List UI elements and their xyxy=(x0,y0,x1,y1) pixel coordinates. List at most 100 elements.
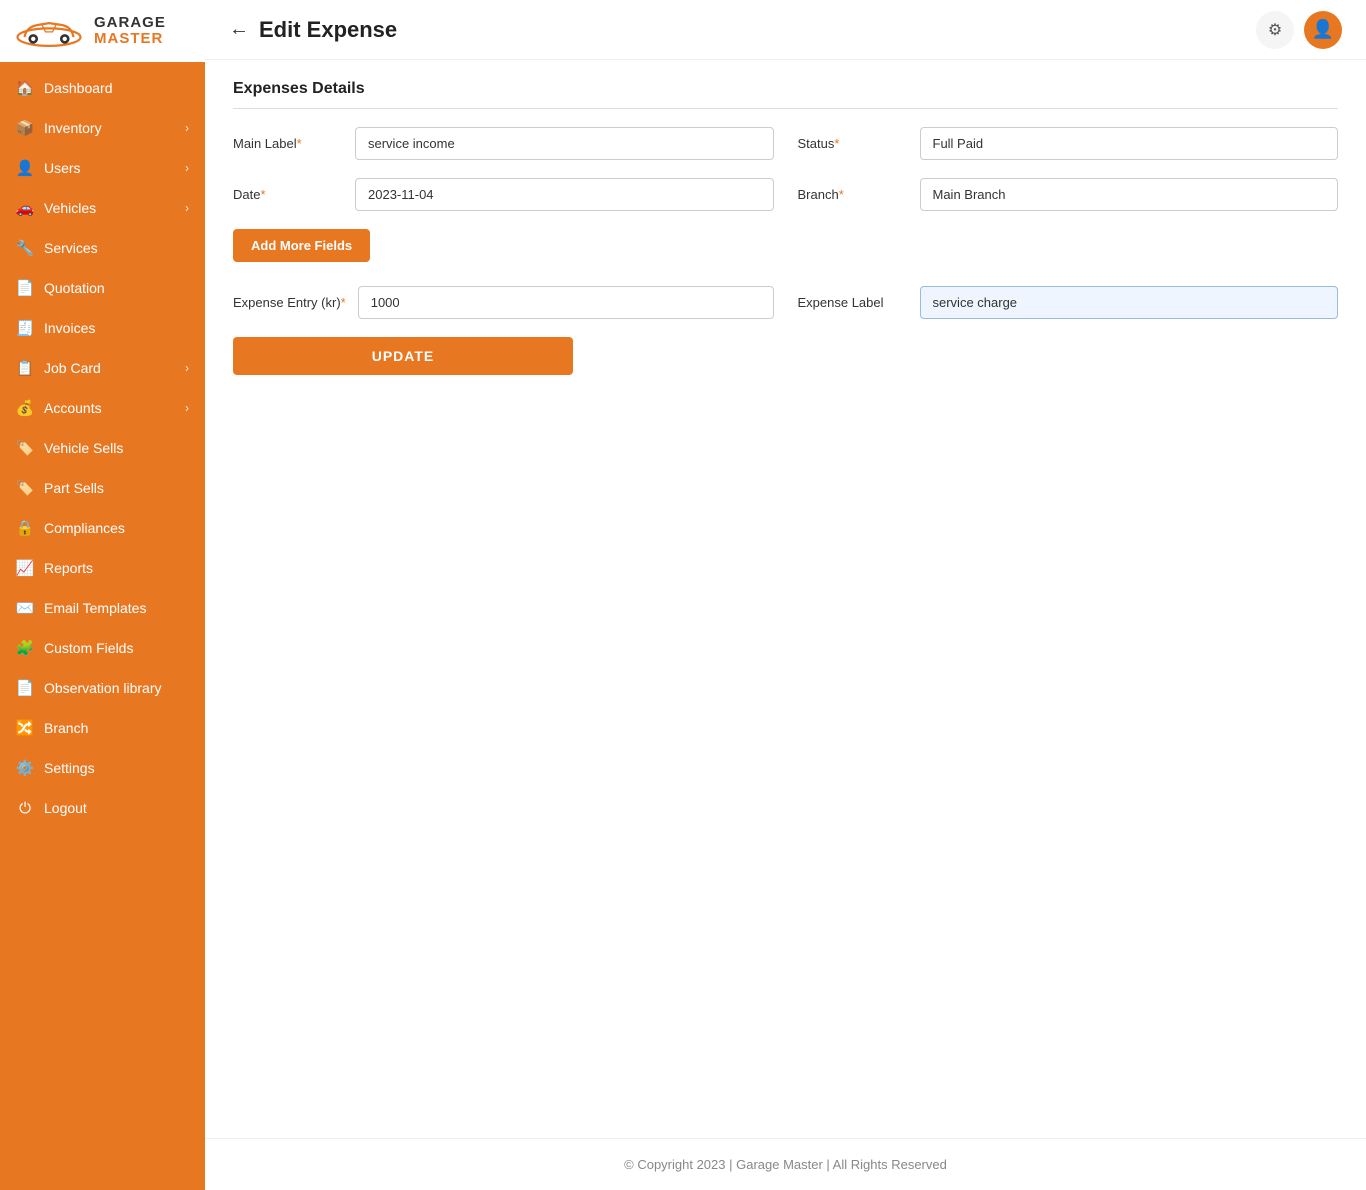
chevron-icon-accounts: › xyxy=(185,401,189,415)
branch-input[interactable] xyxy=(920,178,1339,211)
status-input[interactable] xyxy=(920,127,1339,160)
nav-item-left-compliances: 🔒 Compliances xyxy=(16,519,125,537)
nav-item-left-quotation: 📄 Quotation xyxy=(16,279,105,297)
user-icon-button[interactable]: 👤 xyxy=(1304,11,1342,49)
expense-label-group: Expense Label xyxy=(798,286,1339,319)
logo-master-label: MASTER xyxy=(94,31,166,48)
sidebar-label-accounts: Accounts xyxy=(44,400,102,416)
quotation-icon: 📄 xyxy=(16,279,34,297)
branch-group: Branch* xyxy=(798,178,1339,211)
expense-label-input[interactable] xyxy=(920,286,1339,319)
nav-item-left-accounts: 💰 Accounts xyxy=(16,399,102,417)
inventory-icon: 📦 xyxy=(16,119,34,137)
sidebar-label-logout: Logout xyxy=(44,800,87,816)
sidebar-label-observation-library: Observation library xyxy=(44,680,162,696)
nav-item-left-job-card: 📋 Job Card xyxy=(16,359,101,377)
settings-icon-button[interactable]: ⚙ xyxy=(1256,11,1294,49)
sidebar-label-email-templates: Email Templates xyxy=(44,600,146,616)
branch-icon: 🔀 xyxy=(16,719,34,737)
sidebar-item-accounts[interactable]: 💰 Accounts › xyxy=(0,388,205,428)
nav-item-left-logout: ⏻ Logout xyxy=(16,799,87,817)
sidebar-label-compliances: Compliances xyxy=(44,520,125,536)
add-more-fields-button[interactable]: Add More Fields xyxy=(233,229,370,262)
chevron-icon-vehicles: › xyxy=(185,201,189,215)
sidebar-label-settings: Settings xyxy=(44,760,95,776)
date-label: Date* xyxy=(233,187,343,202)
footer-text: © Copyright 2023 | Garage Master | All R… xyxy=(624,1157,947,1172)
sidebar-label-quotation: Quotation xyxy=(44,280,105,296)
sidebar-item-email-templates[interactable]: ✉️ Email Templates xyxy=(0,588,205,628)
form-area: Expenses Details Main Label* Status* Dat… xyxy=(205,60,1366,1138)
sidebar-item-vehicles[interactable]: 🚗 Vehicles › xyxy=(0,188,205,228)
expense-entry-input[interactable] xyxy=(358,286,774,319)
nav-item-left-custom-fields: 🧩 Custom Fields xyxy=(16,639,133,657)
sidebar-item-compliances[interactable]: 🔒 Compliances xyxy=(0,508,205,548)
nav-item-left-email-templates: ✉️ Email Templates xyxy=(16,599,146,617)
nav-item-left-invoices: 🧾 Invoices xyxy=(16,319,95,337)
observation-library-icon: 📄 xyxy=(16,679,34,697)
sidebar: GARAGE MASTER 🏠 Dashboard 📦 Inventory › … xyxy=(0,0,205,1190)
settings-icon: ⚙️ xyxy=(16,759,34,777)
accounts-icon: 💰 xyxy=(16,399,34,417)
sidebar-item-vehicle-sells[interactable]: 🏷️ Vehicle Sells xyxy=(0,428,205,468)
custom-fields-icon: 🧩 xyxy=(16,639,34,657)
sidebar-label-custom-fields: Custom Fields xyxy=(44,640,133,656)
footer: © Copyright 2023 | Garage Master | All R… xyxy=(205,1138,1366,1190)
sidebar-item-dashboard[interactable]: 🏠 Dashboard xyxy=(0,68,205,108)
sidebar-item-services[interactable]: 🔧 Services xyxy=(0,228,205,268)
logout-icon: ⏻ xyxy=(16,799,34,817)
main-label-input[interactable] xyxy=(355,127,774,160)
logo-area: GARAGE MASTER xyxy=(0,0,205,62)
sidebar-item-part-sells[interactable]: 🏷️ Part Sells xyxy=(0,468,205,508)
sidebar-item-invoices[interactable]: 🧾 Invoices xyxy=(0,308,205,348)
invoices-icon: 🧾 xyxy=(16,319,34,337)
email-templates-icon: ✉️ xyxy=(16,599,34,617)
sidebar-item-settings[interactable]: ⚙️ Settings xyxy=(0,748,205,788)
update-button[interactable]: UPDATE xyxy=(233,337,573,375)
nav-item-left-vehicle-sells: 🏷️ Vehicle Sells xyxy=(16,439,123,457)
date-input[interactable] xyxy=(355,178,774,211)
sidebar-item-branch[interactable]: 🔀 Branch xyxy=(0,708,205,748)
nav-item-left-dashboard: 🏠 Dashboard xyxy=(16,79,113,97)
sidebar-label-dashboard: Dashboard xyxy=(44,80,113,96)
nav-item-left-branch: 🔀 Branch xyxy=(16,719,88,737)
form-row-3: Expense Entry (kr)* Expense Label xyxy=(233,286,1338,319)
sidebar-label-job-card: Job Card xyxy=(44,360,101,376)
sidebar-item-observation-library[interactable]: 📄 Observation library xyxy=(0,668,205,708)
date-group: Date* xyxy=(233,178,774,211)
nav-item-left-services: 🔧 Services xyxy=(16,239,98,257)
main-label-label: Main Label* xyxy=(233,136,343,151)
nav-item-left-vehicles: 🚗 Vehicles xyxy=(16,199,96,217)
sidebar-item-job-card[interactable]: 📋 Job Card › xyxy=(0,348,205,388)
sidebar-item-logout[interactable]: ⏻ Logout xyxy=(0,788,205,828)
sidebar-item-custom-fields[interactable]: 🧩 Custom Fields xyxy=(0,628,205,668)
status-group: Status* xyxy=(798,127,1339,160)
nav-item-left-part-sells: 🏷️ Part Sells xyxy=(16,479,104,497)
sidebar-label-users: Users xyxy=(44,160,81,176)
back-button[interactable]: ← xyxy=(229,18,249,41)
nav-item-left-reports: 📈 Reports xyxy=(16,559,93,577)
part-sells-icon: 🏷️ xyxy=(16,479,34,497)
status-label: Status* xyxy=(798,136,908,151)
nav-item-left-observation-library: 📄 Observation library xyxy=(16,679,162,697)
section-title: Expenses Details xyxy=(233,80,1338,109)
sidebar-item-inventory[interactable]: 📦 Inventory › xyxy=(0,108,205,148)
topbar-left: ← Edit Expense xyxy=(229,17,397,43)
sidebar-label-invoices: Invoices xyxy=(44,320,95,336)
form-row-1: Main Label* Status* xyxy=(233,127,1338,160)
chevron-icon-users: › xyxy=(185,161,189,175)
main-label-group: Main Label* xyxy=(233,127,774,160)
users-icon: 👤 xyxy=(16,159,34,177)
sidebar-label-part-sells: Part Sells xyxy=(44,480,104,496)
sidebar-item-quotation[interactable]: 📄 Quotation xyxy=(0,268,205,308)
expense-label-label: Expense Label xyxy=(798,295,908,310)
sidebar-label-services: Services xyxy=(44,240,98,256)
sidebar-label-branch: Branch xyxy=(44,720,88,736)
sidebar-item-users[interactable]: 👤 Users › xyxy=(0,148,205,188)
chevron-icon-job-card: › xyxy=(185,361,189,375)
vehicle-sells-icon: 🏷️ xyxy=(16,439,34,457)
page-title: Edit Expense xyxy=(259,17,397,43)
sidebar-label-vehicle-sells: Vehicle Sells xyxy=(44,440,123,456)
sidebar-item-reports[interactable]: 📈 Reports xyxy=(0,548,205,588)
topbar-right: ⚙ 👤 xyxy=(1256,11,1342,49)
